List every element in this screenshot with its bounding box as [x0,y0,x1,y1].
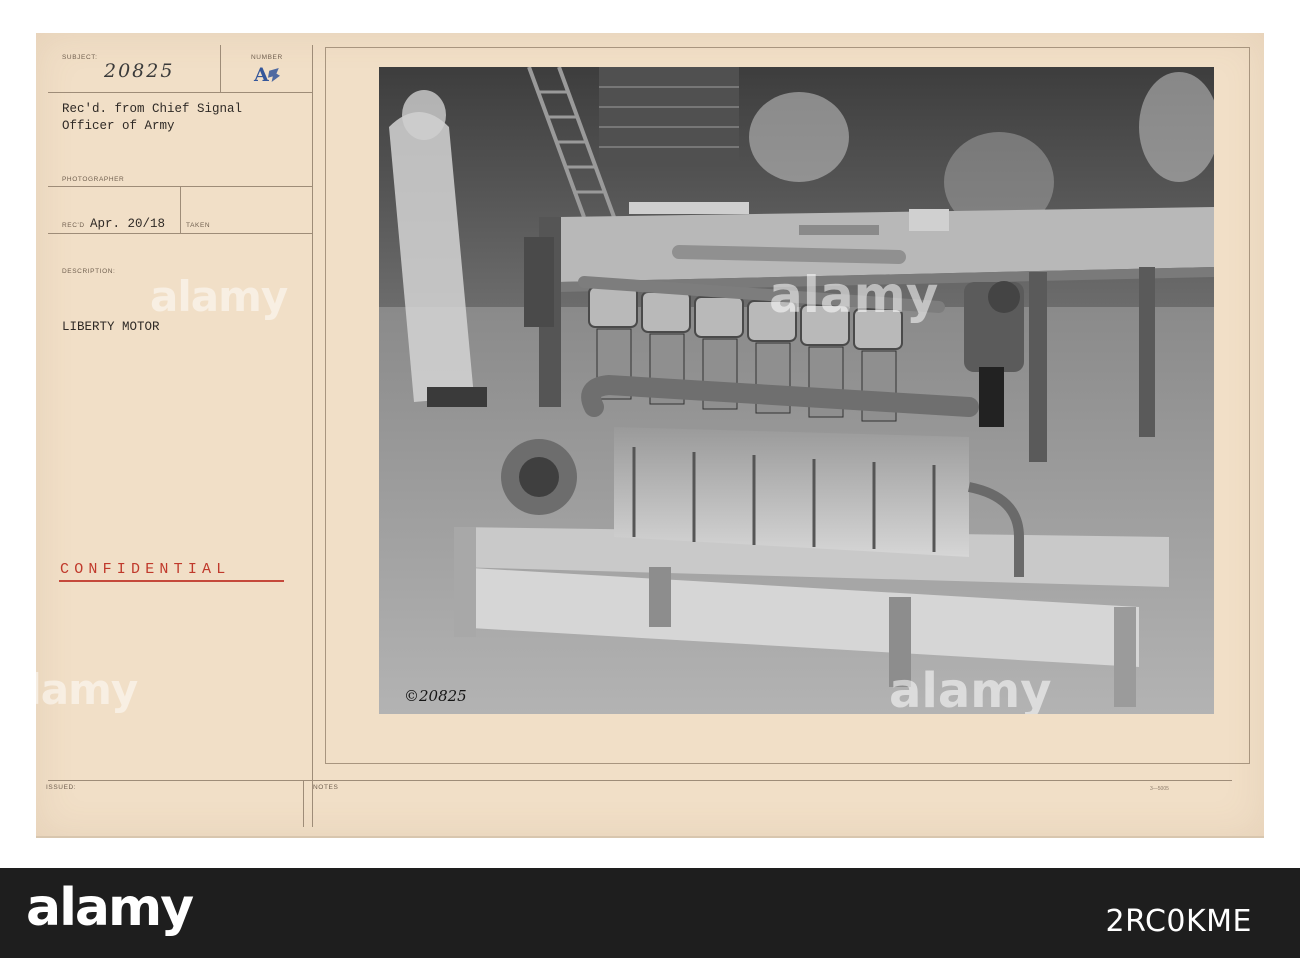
description-value: LIBERTY MOTOR [62,320,160,334]
alamy-logo[interactable]: alamy [26,878,194,938]
card-watermark-left: alamy [0,665,138,714]
description-label: DESCRIPTION: [62,268,116,275]
issued-label: ISSUED: [46,784,77,791]
recd-label: REC'D [62,222,85,229]
photo-watermark-center: alamy [769,266,938,324]
photo-handwritten-number: ©20825 [404,687,467,705]
card-edge [36,836,1264,838]
form-code: 3—5005 [1150,786,1169,792]
received-from-line-2: Officer of Army [62,119,175,133]
recd-value: Apr. 20/18 [90,217,166,231]
form-rule-recd-divider [180,186,181,233]
confidential-stamp: CONFIDENTIAL [60,561,231,578]
form-rule-notes-divider [303,780,304,827]
form-rule-left-column-edge [312,45,313,827]
confidential-underline [59,580,284,582]
photographer-label: PHOTOGRAPHER [62,176,125,183]
liberty-motor-photograph: alamy alamy [379,67,1214,714]
number-label: NUMBER [251,54,283,61]
form-rule-subject-bottom [48,92,313,93]
workshop-scene: alamy alamy [379,67,1214,714]
photo-watermark-bottom: alamy [889,663,1052,714]
taken-label: TAKEN [186,222,211,229]
notes-label: NOTES [313,784,339,791]
form-rule-recd-bottom [48,233,313,234]
card-watermark-top: alamy [150,272,288,321]
subject-value: 20825 [104,60,175,82]
form-rule-number-divider [220,45,221,92]
image-id-code: 2RC0KME [1105,904,1252,939]
subject-label: SUBJECT: [62,54,98,61]
received-from-line-1: Rec'd. from Chief Signal [62,102,243,116]
form-rule-issued-top [48,780,1232,781]
number-value: A [254,64,269,86]
